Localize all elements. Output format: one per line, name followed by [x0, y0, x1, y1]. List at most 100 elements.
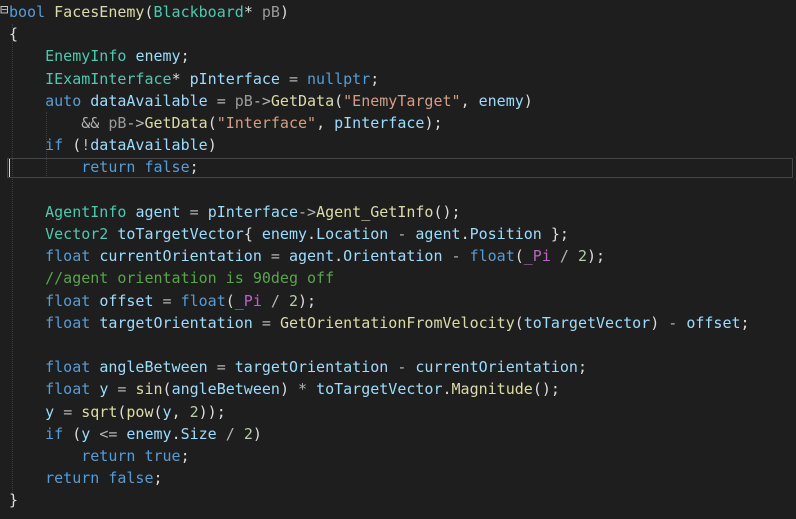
code-token: auto — [45, 91, 82, 110]
code-token: - — [668, 313, 678, 332]
code-token: agent — [415, 225, 461, 243]
code-line[interactable]: { — [9, 23, 18, 45]
code-editor[interactable]: ⊟ bool FacesEnemy(Blackboard* pB){ Enemy… — [0, 0, 796, 519]
code-line[interactable]: EnemyInfo enemy; — [9, 45, 190, 67]
code-token: . — [334, 247, 344, 266]
code-token: } — [9, 491, 19, 510]
code-token: float — [469, 247, 515, 266]
code-token: (); — [433, 202, 461, 221]
code-token: y — [162, 402, 172, 421]
code-line[interactable]: if (y <= enemy.Size / 2) — [9, 423, 262, 445]
code-token: = — [216, 358, 226, 377]
code-token: = — [288, 69, 298, 88]
code-token: true — [144, 447, 181, 465]
code-token: float — [45, 247, 91, 266]
code-token: FacesEnemy — [54, 3, 145, 21]
code-token: / — [270, 291, 280, 310]
code-token: Vector2 — [45, 225, 109, 243]
code-token: float — [45, 380, 91, 399]
code-token: = — [261, 313, 271, 332]
code-token: agent — [288, 247, 335, 266]
code-token: y — [81, 424, 91, 443]
code-line[interactable]: auto dataAvailable = pB->GetData("EnemyT… — [9, 90, 533, 112]
code-line[interactable]: bool FacesEnemy(Blackboard* pB) — [9, 1, 289, 23]
code-line[interactable]: IExamInterface* pInterface = nullptr; — [9, 68, 379, 90]
code-token: }; — [541, 225, 569, 243]
code-line[interactable]: && pB->GetData("Interface", pInterface); — [9, 112, 442, 134]
code-token: -> — [126, 114, 145, 132]
code-token: pInterface — [334, 114, 425, 132]
code-token: ! — [81, 136, 91, 155]
code-token: return — [81, 158, 136, 177]
code-token: dataAvailable — [90, 136, 208, 155]
code-line[interactable]: float currentOrientation = agent.Orienta… — [9, 245, 605, 267]
code-token: = — [162, 291, 172, 310]
collapse-minus-icon[interactable]: ⊟ — [0, 3, 8, 17]
code-token: enemy — [126, 424, 172, 443]
code-token: . — [460, 225, 470, 243]
code-token: ; — [189, 158, 199, 177]
code-line[interactable]: y = sqrt(pow(y, 2)); — [9, 401, 226, 423]
code-token: = — [63, 402, 73, 421]
code-token: / — [225, 424, 235, 443]
code-line[interactable]: if (!dataAvailable) — [9, 134, 217, 156]
code-token: 2 — [189, 402, 199, 421]
code-token: float — [45, 313, 91, 332]
code-token: ( — [334, 91, 344, 110]
code-line[interactable]: float targetOrientation = GetOrientation… — [9, 312, 749, 334]
code-token: "Interface" — [216, 114, 317, 132]
code-line[interactable]: Vector2 toTargetVector{ enemy.Location -… — [9, 223, 569, 245]
code-token: ) — [650, 313, 669, 332]
code-token: 2 — [577, 247, 587, 266]
code-token: "EnemyTarget" — [343, 91, 461, 110]
code-token: float — [45, 291, 91, 310]
code-token: ) — [207, 136, 217, 155]
code-token: && — [81, 114, 100, 132]
code-token: if — [45, 136, 64, 155]
code-token: false — [144, 158, 190, 177]
code-line[interactable]: AgentInfo agent = pInterface->Agent_GetI… — [9, 201, 461, 223]
code-token: return — [81, 447, 136, 465]
code-token: 2 — [243, 424, 253, 443]
code-token: )); — [198, 402, 226, 421]
code-line[interactable]: } — [9, 489, 18, 511]
code-token: <= — [99, 424, 118, 443]
code-token: ( — [63, 136, 82, 155]
code-line[interactable]: //agent orientation is 90deg off — [9, 267, 334, 289]
code-line[interactable]: float offset = float(_Pi / 2); — [9, 290, 316, 312]
code-line[interactable]: return false; — [9, 467, 162, 489]
code-line[interactable]: return false; — [9, 156, 199, 178]
code-token: pB — [234, 91, 253, 110]
code-token: ( — [63, 424, 82, 443]
code-token: * — [243, 3, 262, 21]
code-token: Size — [180, 424, 217, 443]
code-token: ( — [207, 114, 217, 132]
code-token: ) — [279, 3, 289, 21]
code-token: offset — [99, 291, 154, 310]
code-line[interactable]: return true; — [9, 445, 189, 467]
code-line[interactable]: float angleBetween = targetOrientation -… — [9, 356, 587, 378]
code-token: Blackboard — [153, 3, 244, 21]
code-line[interactable]: float y = sin(angleBetween) * toTargetVe… — [9, 378, 560, 400]
